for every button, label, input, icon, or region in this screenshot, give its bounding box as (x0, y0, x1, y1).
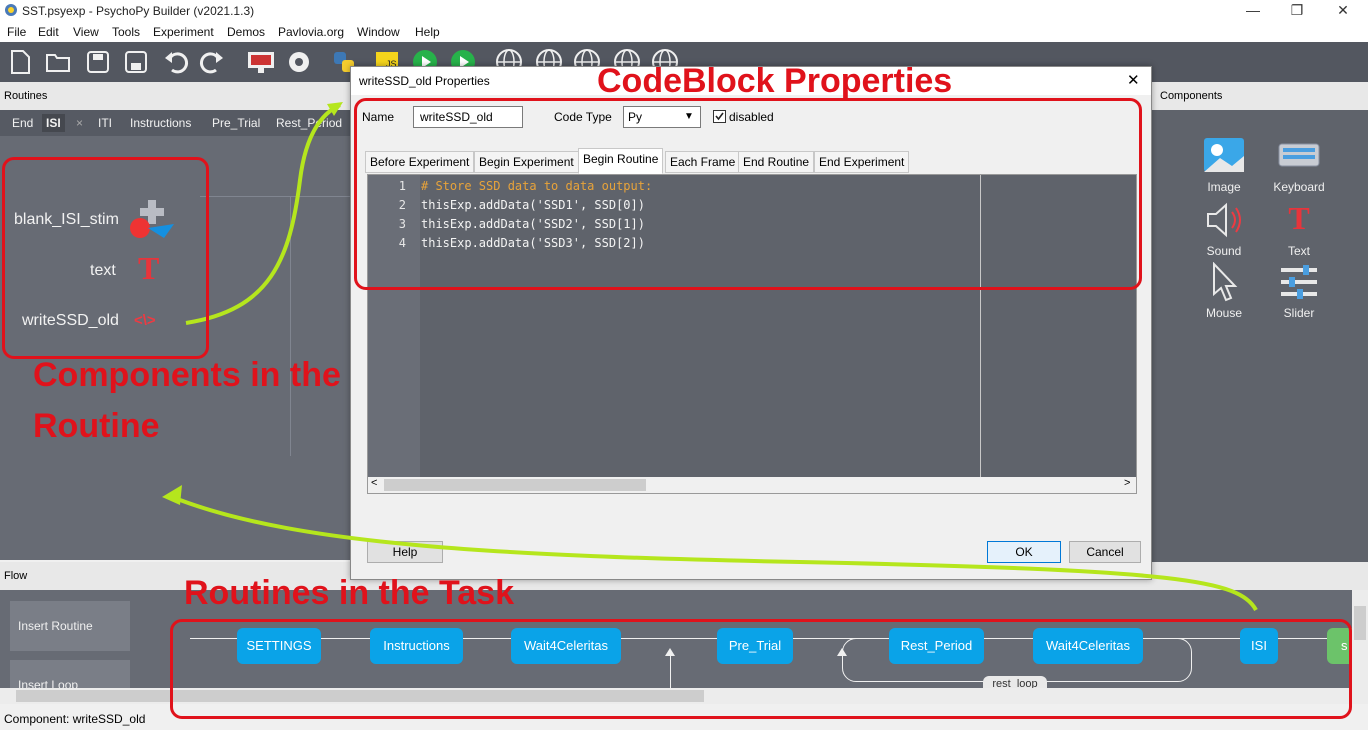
annotation-routines: Routines in the Task (184, 574, 514, 612)
annotation-components-line2: Routine (33, 407, 160, 445)
arrowhead (162, 485, 182, 505)
routines-highlight-box (170, 619, 1352, 719)
annotation-codeblock: CodeBlock Properties (597, 62, 953, 100)
components-highlight-box (2, 157, 209, 359)
annotation-components: Components in the (33, 356, 341, 394)
arrow-components-to-dialog (185, 103, 341, 325)
codeblock-highlight-box (354, 98, 1142, 290)
